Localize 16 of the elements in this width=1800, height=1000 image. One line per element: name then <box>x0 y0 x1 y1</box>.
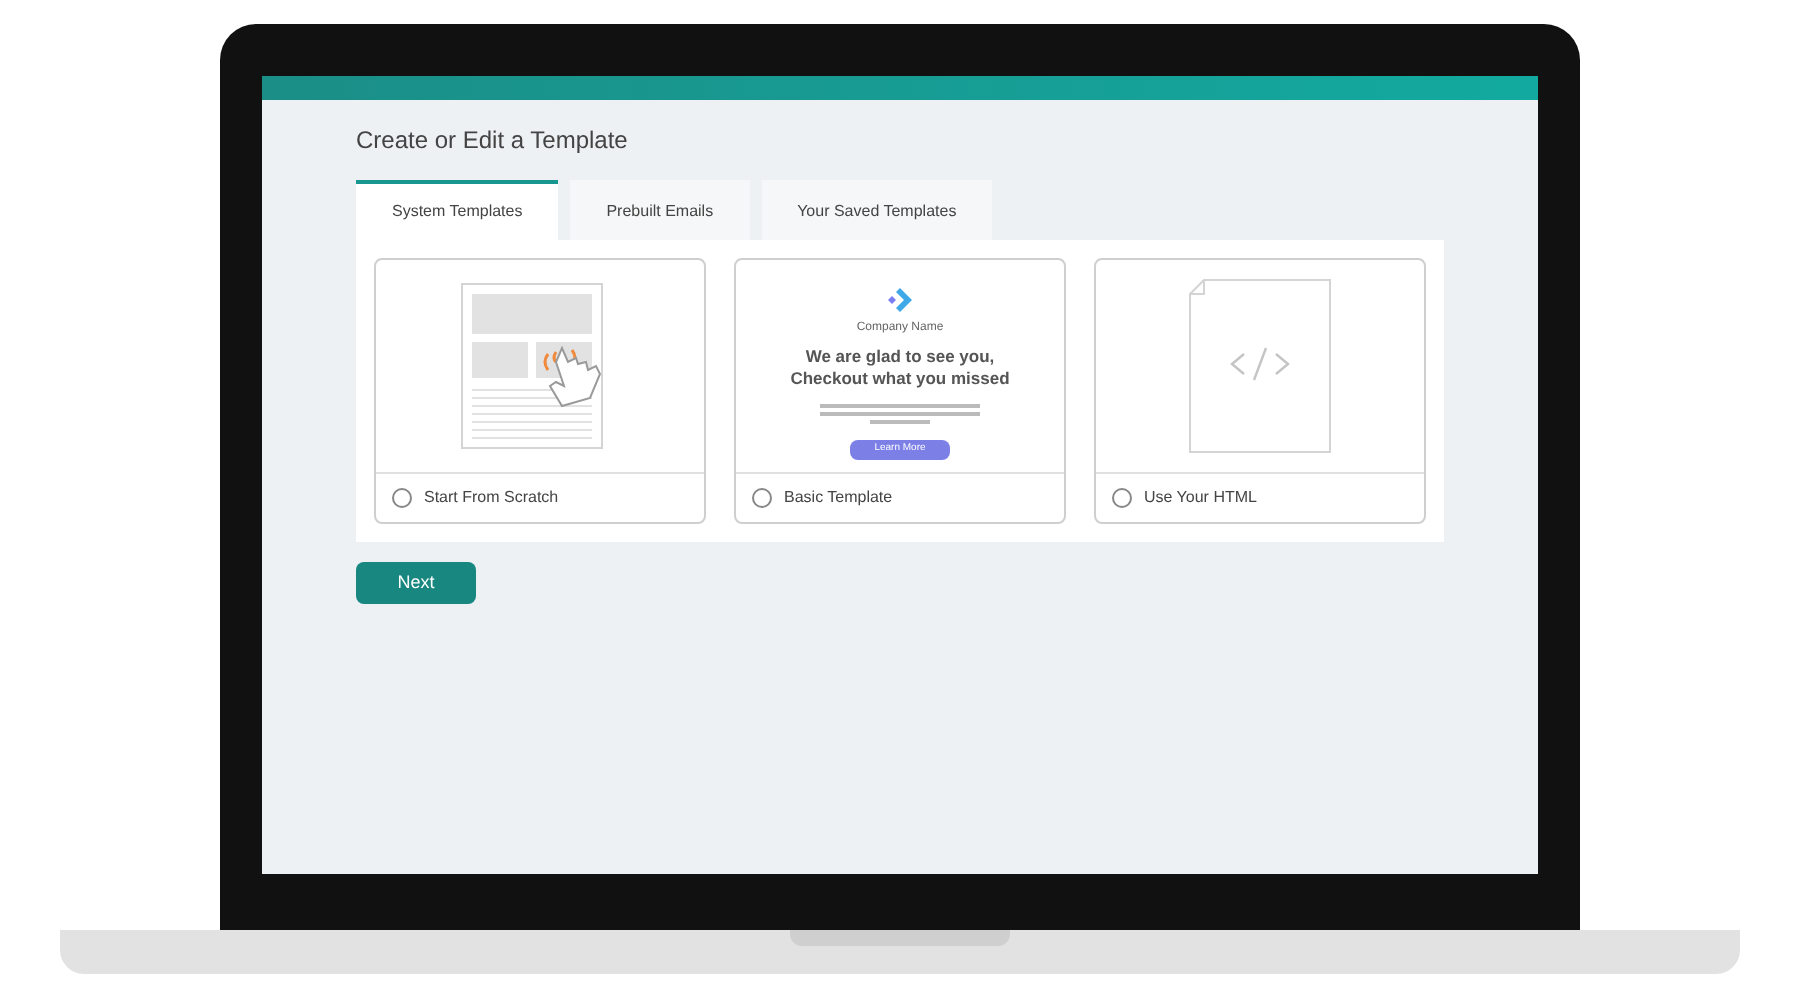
template-label: Basic Template <box>784 486 893 510</box>
page-title: Create or Edit a Template <box>356 124 630 158</box>
template-card[interactable]: Use Your HTML <box>1094 258 1426 524</box>
template-card[interactable]: Start From Scratch <box>374 258 706 524</box>
tab[interactable]: Prebuilt Emails <box>570 180 750 240</box>
tab[interactable]: System Templates <box>356 180 559 240</box>
headline: We are glad to see you, Checkout what you missed <box>788 346 1012 389</box>
code-file-icon <box>1188 278 1332 454</box>
radio-button[interactable] <box>752 488 772 508</box>
radio-button[interactable] <box>1112 488 1132 508</box>
radio-button[interactable] <box>392 488 412 508</box>
template-label: Start From Scratch <box>424 486 559 510</box>
template-label: Use Your HTML <box>1144 486 1257 510</box>
diamond-logo-icon <box>888 288 912 313</box>
next-button[interactable]: Next <box>356 562 476 604</box>
tab[interactable]: Your Saved Templates <box>761 180 993 240</box>
